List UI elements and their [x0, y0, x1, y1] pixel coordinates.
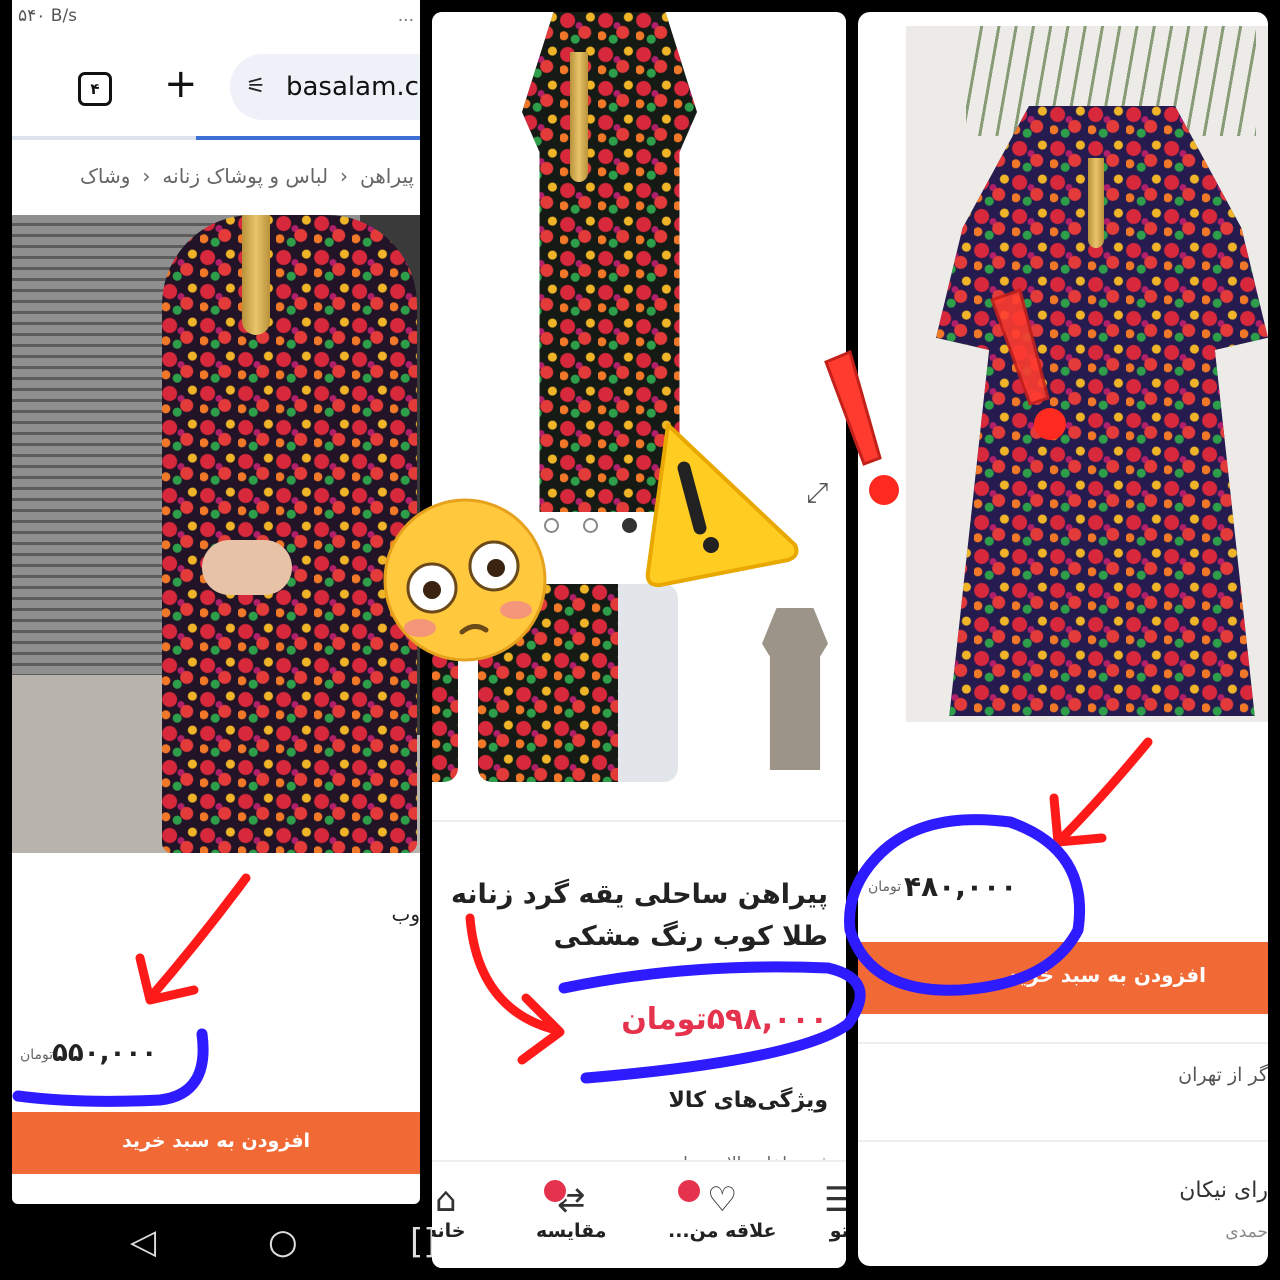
listing-screenshot-right: ۴۸۰,۰۰۰ تومان افزودن به سبد خرید گر از ت…	[858, 12, 1268, 1266]
product-photo[interactable]	[12, 215, 420, 853]
listing-screenshot-center: ⤢ پیراهن ساحلی یقه گرد زنانه طلا کوب رنگ…	[432, 12, 846, 1268]
home-button[interactable]: ○	[268, 1222, 298, 1262]
thumbnail-sleeve-detail[interactable]	[478, 584, 678, 782]
product-price: ۵۵۰,۰۰۰	[52, 1038, 158, 1068]
section-divider	[858, 1140, 1268, 1142]
gallery-dot[interactable]	[583, 518, 598, 533]
notification-badge	[676, 1178, 702, 1204]
gallery-dots	[532, 518, 649, 537]
network-speed: ۵۴۰ B/s	[18, 6, 78, 26]
nav-compare[interactable]: ⇄ مقایسه	[536, 1178, 607, 1242]
tab-count-button[interactable]: ۴	[78, 72, 112, 106]
status-more: ...	[397, 6, 414, 26]
address-bar[interactable]: ⚟ basalam.c	[230, 54, 420, 120]
gold-neck-trim	[570, 52, 588, 182]
model-hands	[202, 540, 292, 595]
nav-favorites[interactable]: ♡ علاقه من...	[668, 1178, 777, 1242]
seller-name[interactable]: رای نیکان	[1179, 1178, 1268, 1203]
breadcrumb-item-clothing[interactable]: وشاک	[80, 150, 130, 202]
gold-neck-trim	[1088, 158, 1104, 248]
page-load-progress-fill	[195, 136, 420, 140]
thumbnail-partial[interactable]	[432, 584, 458, 782]
add-to-cart-button[interactable]: افزودن به سبد خرید	[858, 942, 1268, 1014]
nav-compare-label: مقایسه	[536, 1220, 607, 1242]
breadcrumb: پیراهن ‹ لباس و پوشاک زنانه ‹ وشاک	[12, 150, 420, 202]
browser-toolbar: ۴ + ⚟ basalam.c	[12, 40, 420, 140]
section-divider	[858, 1042, 1268, 1044]
product-photo[interactable]	[906, 26, 1268, 722]
tune-icon[interactable]: ⚟	[246, 74, 266, 99]
notification-badge	[542, 1178, 568, 1204]
new-tab-button[interactable]: +	[164, 60, 198, 108]
gallery-dot[interactable]	[544, 518, 559, 533]
listing-screenshot-left: ۵۴۰ B/s ... ۴ + ⚟ basalam.c پیراهن ‹ لباس …	[12, 0, 420, 1204]
shipping-origin: گر از تهران	[1178, 1064, 1268, 1086]
home-icon: ⌂	[434, 1180, 457, 1220]
product-price: ۵۹۸,۰۰۰تومان	[621, 1002, 828, 1037]
status-bar: ۵۴۰ B/s ...	[12, 0, 420, 40]
features-heading: ویژگی‌های کالا	[668, 1088, 828, 1113]
nav-menu-label: تو	[829, 1220, 846, 1242]
product-price: ۴۸۰,۰۰۰	[904, 870, 1018, 903]
thumbnail-full-dress[interactable]	[762, 608, 828, 770]
section-divider	[432, 820, 846, 822]
currency-label: تومان	[868, 879, 902, 895]
nav-favorites-label: علاقه من...	[668, 1220, 777, 1242]
currency-label: تومان	[20, 1047, 54, 1063]
product-title: پیراهن ساحلی یقه گرد زنانه طلا کوب رنگ م…	[451, 879, 828, 952]
menu-icon: ☰	[824, 1180, 846, 1220]
back-button[interactable]: ◁	[130, 1222, 156, 1262]
breadcrumb-item-dresses[interactable]: پیراهن	[360, 150, 414, 202]
seller-subtitle: حمدی	[1225, 1222, 1268, 1242]
nav-menu[interactable]: ☰ تو	[824, 1180, 846, 1242]
url-text: basalam.c	[286, 72, 419, 102]
nav-home[interactable]: ⌂ خانه	[432, 1180, 465, 1242]
breadcrumb-separator: ‹	[142, 164, 151, 188]
product-title-fragment: وب	[391, 902, 421, 926]
gallery-dot-active[interactable]	[622, 518, 637, 533]
bottom-navigation: ⌂ خانه ⇄ مقایسه ♡ علاقه من... ☰ تو	[432, 1160, 846, 1268]
page-load-progress	[12, 136, 420, 140]
add-to-cart-button[interactable]: افزودن به سبد خرید	[12, 1112, 420, 1174]
android-navigation-bar: ◁ ○ []	[12, 1204, 437, 1280]
gold-neck-trim	[242, 215, 270, 335]
product-photo-gallery[interactable]: ⤢	[432, 12, 846, 533]
breadcrumb-item-women-clothing[interactable]: لباس و پوشاک زنانه	[162, 150, 328, 202]
floral-dress	[522, 12, 697, 512]
floral-dress	[162, 215, 417, 853]
nav-home-label: خانه	[432, 1220, 466, 1242]
expand-arrows-icon[interactable]: ⤢	[806, 476, 828, 510]
sleeve-fabric	[478, 584, 618, 782]
breadcrumb-separator: ‹	[340, 164, 349, 188]
